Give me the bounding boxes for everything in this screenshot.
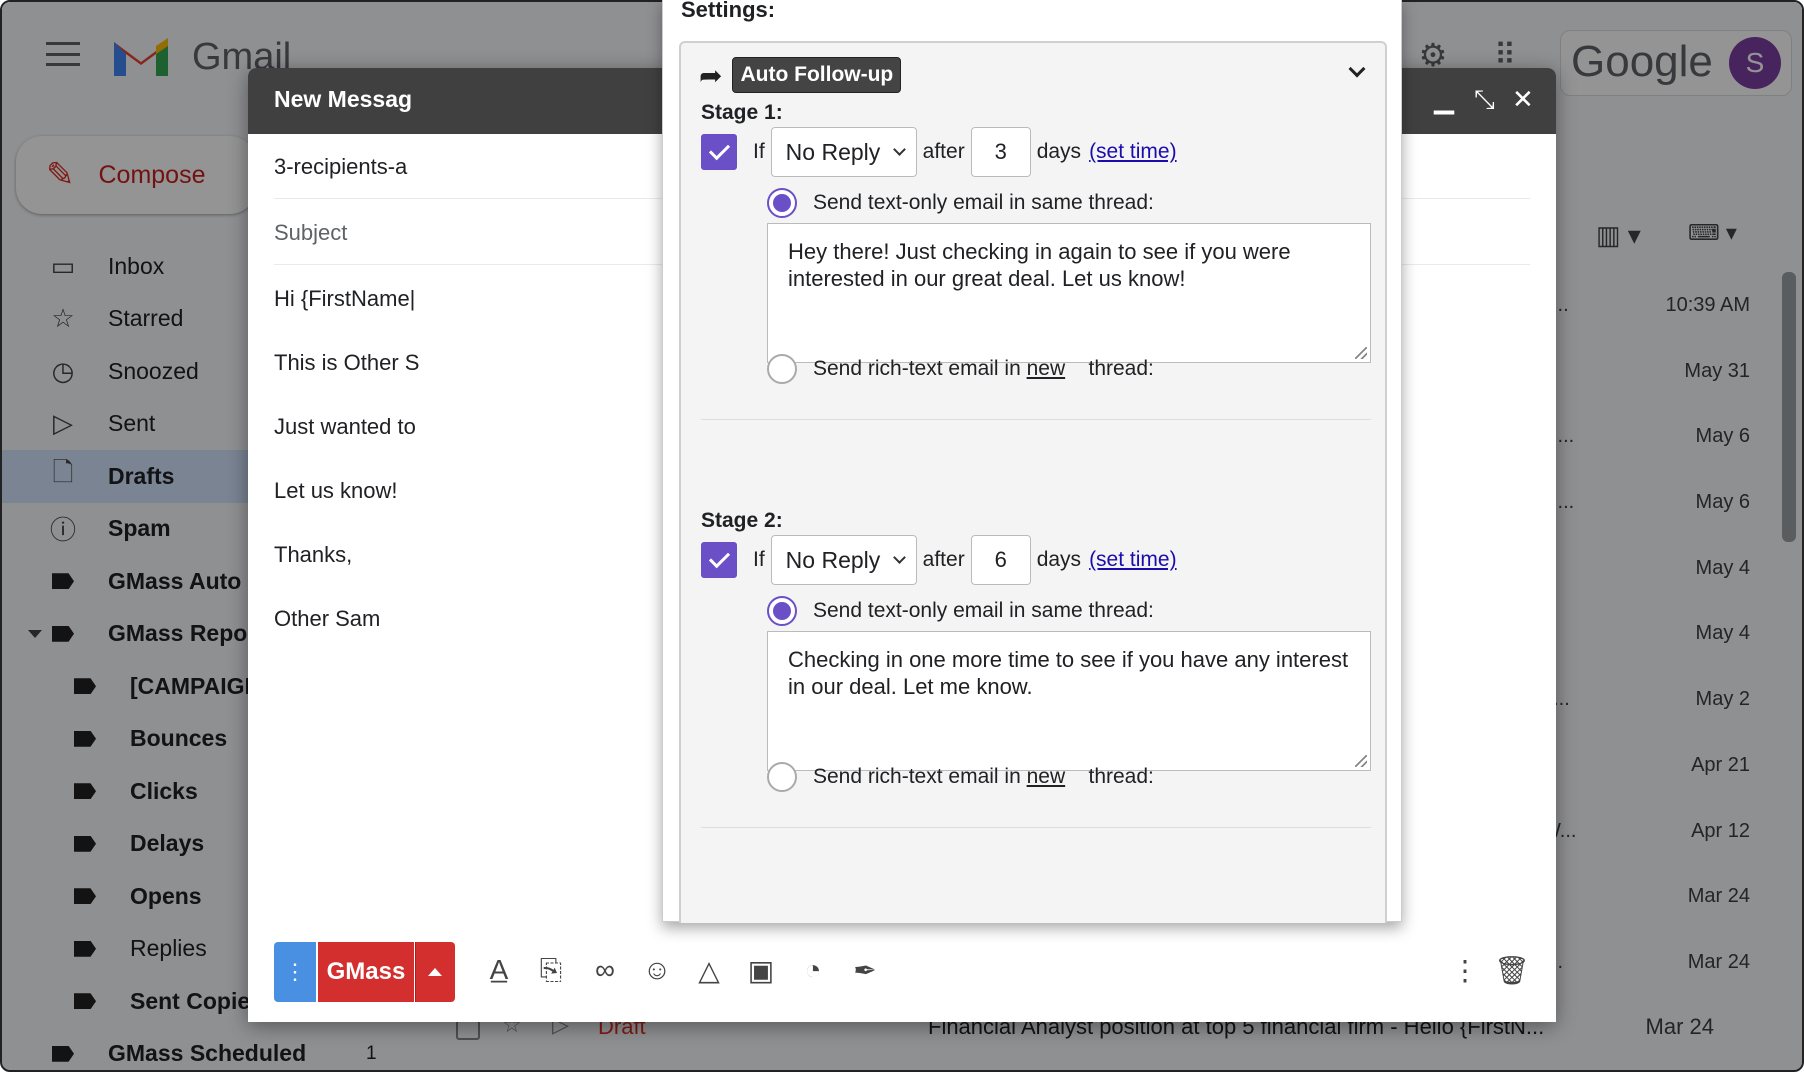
to-field[interactable]: 3-recipients-a: [274, 154, 407, 180]
stage-2-set-time-link[interactable]: (set time): [1089, 548, 1177, 572]
stage-1-message-textarea[interactable]: Hey there! Just checking in again to see…: [767, 223, 1371, 363]
minimize-icon[interactable]: ▁: [1434, 84, 1454, 115]
discard-trash-icon[interactable]: 🗑: [1494, 954, 1530, 987]
photo-icon[interactable]: ▣: [744, 954, 778, 987]
after-label: after: [922, 140, 965, 163]
link-icon[interactable]: ∞: [588, 954, 622, 986]
stage-1-condition-select[interactable]: No Reply: [770, 127, 917, 177]
stage-2-days-input[interactable]: 6: [970, 535, 1031, 585]
option-label: Send rich-text email in: [813, 357, 1021, 380]
stage-2-checkbox[interactable]: [701, 542, 737, 578]
drive-icon[interactable]: △: [692, 954, 726, 987]
settings-title: Settings:: [681, 0, 776, 22]
stage-2-text-only-radio[interactable]: [767, 596, 797, 626]
stage-1-condition-row: If No Reply after 3 days (set time): [701, 127, 1177, 177]
stage-2-rich-text-option[interactable]: Send rich-text email in new thread:: [767, 761, 1154, 793]
body-line[interactable]: This is Other S: [274, 350, 419, 376]
resize-handle[interactable]: [1355, 347, 1367, 359]
stage-1-rich-text-option[interactable]: Send rich-text email in new thread:: [767, 353, 1154, 385]
compose-window: New Messag ▁ ⤡ ✕ 3-recipients-a Subject …: [248, 0, 1556, 1022]
body-line[interactable]: Just wanted to: [274, 414, 416, 440]
close-icon[interactable]: ✕: [1512, 84, 1534, 115]
body-line[interactable]: Let us know!: [274, 478, 398, 504]
compose-toolbar: ⋮ GMass A̲ ⎘ ∞ ☺ △ ▣ ◔ ✒ ⋮ 🗑: [274, 942, 1530, 1002]
option-label-suffix: thread:: [1088, 357, 1154, 380]
auto-followup-header[interactable]: ➦ Auto Follow-up: [699, 55, 902, 95]
subject-field[interactable]: Subject: [274, 220, 347, 246]
body-line[interactable]: Thanks,: [274, 542, 352, 568]
if-label: If: [753, 548, 765, 571]
stage-2-condition-select[interactable]: No Reply: [770, 535, 917, 585]
stage-2-rich-text-radio[interactable]: [767, 762, 797, 792]
chevron-down-icon[interactable]: [1348, 60, 1366, 78]
stage-divider: [701, 419, 1371, 420]
stage-2-condition-row: If No Reply after 6 days (set time): [701, 535, 1177, 585]
stage-2-text-only-option[interactable]: Send text-only email in same thread:: [767, 595, 1154, 627]
auto-followup-label: Auto Follow-up: [732, 57, 902, 93]
more-options-icon[interactable]: ⋮: [1448, 954, 1482, 987]
option-label: Send text-only email in same thread:: [813, 191, 1154, 214]
stage-1-set-time-link[interactable]: (set time): [1089, 140, 1177, 164]
days-label: days: [1036, 548, 1082, 571]
resize-handle[interactable]: [1355, 755, 1367, 767]
option-label: Send rich-text email in: [813, 765, 1021, 788]
after-label: after: [922, 548, 965, 571]
stage-2-message-textarea[interactable]: Checking in one more time to see if you …: [767, 631, 1371, 771]
attach-icon[interactable]: ⎘: [534, 954, 568, 987]
stage-1-text-only-radio[interactable]: [767, 188, 797, 218]
emoji-icon[interactable]: ☺: [640, 954, 674, 986]
compose-title: New Messag: [274, 86, 413, 112]
option-label: Send text-only email in same thread:: [813, 599, 1154, 622]
signature-pen-icon[interactable]: ✒: [848, 954, 882, 987]
gmass-settings-panel: Settings: ➦ Auto Follow-up Stage 1: If N…: [662, 0, 1402, 923]
exit-fullscreen-icon[interactable]: ⤡: [1474, 84, 1495, 116]
option-label-new: new: [1026, 765, 1066, 788]
if-label: If: [753, 140, 765, 163]
gmass-settings-arrow-button[interactable]: [415, 942, 455, 1002]
stage-1-checkbox[interactable]: [701, 134, 737, 170]
stage-1-days-input[interactable]: 3: [970, 127, 1031, 177]
stage-1-text-only-option[interactable]: Send text-only email in same thread:: [767, 187, 1154, 219]
stage-1-label: Stage 1:: [701, 101, 783, 124]
formatting-icon[interactable]: A̲: [482, 954, 516, 986]
days-label: days: [1036, 140, 1082, 163]
gmass-send-button[interactable]: GMass: [318, 942, 414, 1002]
stage-divider: [701, 827, 1371, 828]
auto-followup-section: ➦ Auto Follow-up Stage 1: If No Reply af…: [679, 41, 1387, 923]
chevron-down-icon: [892, 551, 906, 564]
stage-2-label: Stage 2:: [701, 509, 783, 532]
gmass-options-button[interactable]: ⋮: [274, 942, 316, 1002]
confidential-mode-icon[interactable]: ◔: [796, 954, 830, 986]
body-line[interactable]: Other Sam: [274, 606, 380, 632]
stage-1-rich-text-radio[interactable]: [767, 354, 797, 384]
option-label-new: new: [1026, 357, 1066, 380]
body-line[interactable]: Hi {FirstName|: [274, 286, 415, 312]
option-label-suffix: thread:: [1088, 765, 1154, 788]
chevron-down-icon: [892, 143, 906, 156]
forward-arrow-icon: ➦: [699, 59, 723, 91]
